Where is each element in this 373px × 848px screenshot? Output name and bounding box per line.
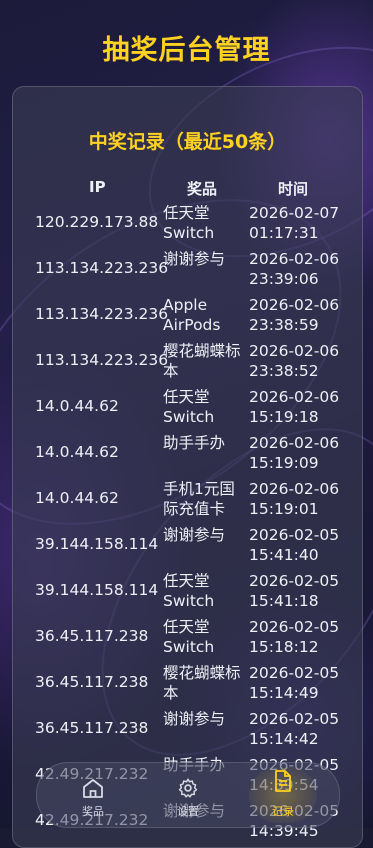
gear-icon xyxy=(178,778,198,798)
records-card: 中奖记录（最近50条） IP 奖品 时间 120.229.173.88 任天堂 S… xyxy=(12,86,363,848)
row-time: 2026-02-05 15:14:49 xyxy=(249,664,340,702)
row-time: 2026-02-05 15:41:18 xyxy=(249,572,340,610)
table-row: 113.134.223.236 谢谢参与 2026-02-06 23:39:06 xyxy=(13,247,362,293)
row-prize: 谢谢参与 xyxy=(163,710,226,728)
table-row: 36.45.117.238 樱花蝴蝶标本 2026-02-05 15:14:49 xyxy=(13,661,362,707)
row-ip: 113.134.223.236 xyxy=(35,351,169,369)
header-ip: IP xyxy=(89,178,106,196)
row-prize: 樱花蝴蝶标本 xyxy=(163,664,241,702)
row-ip: 113.134.223.236 xyxy=(35,259,169,277)
row-ip: 39.144.158.114 xyxy=(35,581,159,599)
row-ip: 39.144.158.114 xyxy=(35,535,159,553)
row-prize: Apple AirPods xyxy=(163,296,221,334)
nav-label-prizes: 奖品 xyxy=(82,805,104,818)
row-ip: 14.0.44.62 xyxy=(35,443,119,461)
row-prize: 谢谢参与 xyxy=(163,250,226,268)
row-ip: 120.229.173.88 xyxy=(35,213,159,231)
row-prize: 任天堂 Switch xyxy=(163,388,215,426)
page-title: 抽奖后台管理 xyxy=(102,35,271,66)
row-time: 2026-02-06 23:38:59 xyxy=(249,296,340,334)
nav-label-settings: 设置 xyxy=(177,805,199,818)
row-time: 2026-02-06 15:19:09 xyxy=(249,434,340,472)
table-row: 39.144.158.114 任天堂 Switch 2026-02-05 15:41… xyxy=(13,569,362,615)
table-row: 36.45.117.238 谢谢参与 2026-02-05 15:14:42 xyxy=(13,707,362,753)
nav-item-settings[interactable]: 设置 xyxy=(148,763,228,827)
row-ip: 36.45.117.238 xyxy=(35,719,149,737)
row-prize: 任天堂 Switch xyxy=(163,618,215,656)
row-prize: 助手手办 xyxy=(163,434,226,452)
row-time: 2026-02-05 15:18:12 xyxy=(249,618,340,656)
table-row: 113.134.223.236 樱花蝴蝶标本 2026-02-06 23:38:52 xyxy=(13,339,362,385)
header-time: 时间 xyxy=(278,180,309,198)
table-row: 14.0.44.62 助手手办 2026-02-06 15:19:09 xyxy=(13,431,362,477)
row-ip: 36.45.117.238 xyxy=(35,673,149,691)
nav-label-records: 记录 xyxy=(272,805,294,818)
records-table-body: 120.229.173.88 任天堂 Switch 2026-02-07 01:17… xyxy=(13,201,362,845)
row-ip: 14.0.44.62 xyxy=(35,489,119,507)
row-time: 2026-02-06 15:19:18 xyxy=(249,388,340,426)
document-icon xyxy=(275,770,291,792)
records-title: 中奖记录（最近50条） xyxy=(88,131,287,153)
nav-item-records[interactable]: 记录 xyxy=(243,763,323,827)
row-prize: 任天堂 Switch xyxy=(163,572,215,610)
row-prize: 谢谢参与 xyxy=(163,526,226,544)
nav-item-prizes[interactable]: 奖品 xyxy=(53,763,133,827)
table-row: 113.134.223.236 Apple AirPods 2026-02-06 2… xyxy=(13,293,362,339)
row-time: 2026-02-06 23:39:06 xyxy=(249,250,340,288)
row-ip: 14.0.44.62 xyxy=(35,397,119,415)
row-time: 2026-02-07 01:17:31 xyxy=(249,204,340,242)
row-time: 2026-02-06 23:38:52 xyxy=(249,342,340,380)
row-time: 2026-02-05 15:41:40 xyxy=(249,526,340,564)
table-header: IP 奖品 时间 xyxy=(13,178,362,198)
table-row: 39.144.158.114 谢谢参与 2026-02-05 15:41:40 xyxy=(13,523,362,569)
row-time: 2026-02-06 15:19:01 xyxy=(249,480,340,518)
row-prize: 手机1元国际充值卡 xyxy=(163,480,235,518)
table-row: 36.45.117.238 任天堂 Switch 2026-02-05 15:18:… xyxy=(13,615,362,661)
row-prize: 任天堂 Switch xyxy=(163,204,215,242)
table-row: 14.0.44.62 手机1元国际充值卡 2026-02-06 15:19:01 xyxy=(13,477,362,523)
row-ip: 113.134.223.236 xyxy=(35,305,169,323)
home-icon xyxy=(83,779,103,798)
table-row: 120.229.173.88 任天堂 Switch 2026-02-07 01:17… xyxy=(13,201,362,247)
bottom-nav: 奖品 设置 记录 xyxy=(36,762,340,828)
header-prize: 奖品 xyxy=(187,180,218,198)
table-row: 14.0.44.62 任天堂 Switch 2026-02-06 15:19:18 xyxy=(13,385,362,431)
row-prize: 樱花蝴蝶标本 xyxy=(163,342,241,380)
row-time: 2026-02-05 15:14:42 xyxy=(249,710,340,748)
row-ip: 36.45.117.238 xyxy=(35,627,149,645)
